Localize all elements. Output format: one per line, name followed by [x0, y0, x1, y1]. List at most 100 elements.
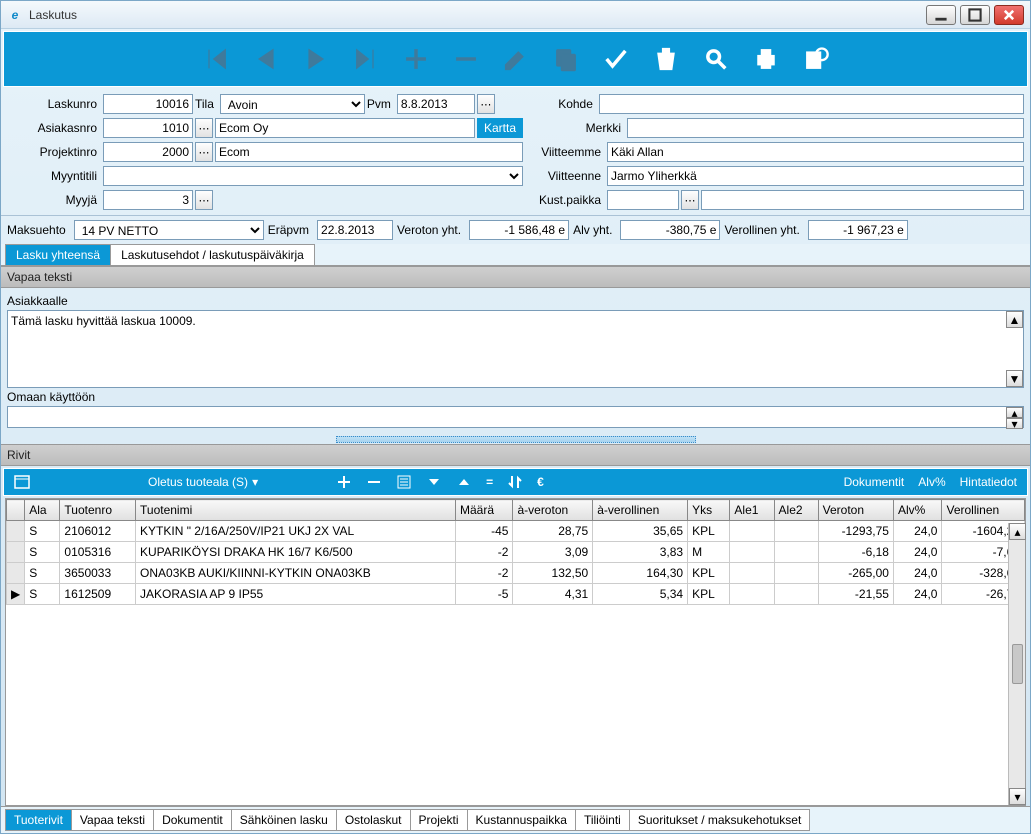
- laskunro-field[interactable]: [103, 94, 193, 114]
- pvm-label: Pvm: [367, 97, 395, 111]
- pvm-picker-button[interactable]: ⋯: [477, 94, 495, 114]
- tab-laskutusehdot[interactable]: Laskutusehdot / laskutuspäiväkirja: [110, 244, 315, 265]
- maksuehto-select[interactable]: 14 PV NETTO: [74, 220, 264, 240]
- viitteenne-label: Viitteenne: [531, 169, 605, 183]
- minimize-button[interactable]: [926, 5, 956, 25]
- myyntitili-label: Myyntitili: [7, 169, 101, 183]
- grid-scrollbar[interactable]: ▴ ▾: [1008, 523, 1025, 805]
- bottom-tab[interactable]: Vapaa teksti: [71, 809, 154, 831]
- row-add-icon[interactable]: [336, 474, 352, 490]
- rivit-header: Rivit: [1, 444, 1030, 466]
- bottom-tab[interactable]: Ostolaskut: [336, 809, 411, 831]
- prev-record-icon[interactable]: [250, 43, 282, 75]
- col-a-verollinen[interactable]: à-verollinen: [593, 500, 688, 521]
- pvm-field[interactable]: [397, 94, 475, 114]
- print-icon[interactable]: [750, 43, 782, 75]
- col-a-veroton[interactable]: à-veroton: [513, 500, 593, 521]
- projektinro-picker-button[interactable]: ⋯: [195, 142, 213, 162]
- verollinen-yht-label: Verollinen yht.: [724, 223, 803, 237]
- maximize-button[interactable]: [960, 5, 990, 25]
- col-ale2[interactable]: Ale2: [774, 500, 818, 521]
- asiakas-name-field[interactable]: [215, 118, 475, 138]
- row-hintatiedot[interactable]: Hintatiedot: [960, 475, 1017, 489]
- tab-lasku-yhteensa[interactable]: Lasku yhteensä: [5, 244, 111, 265]
- remove-icon[interactable]: [450, 43, 482, 75]
- kartta-button[interactable]: Kartta: [477, 118, 523, 138]
- row-down-icon[interactable]: [426, 474, 442, 490]
- edit-icon[interactable]: [500, 43, 532, 75]
- table-row[interactable]: S0105316KUPARIKÖYSI DRAKA HK 16/7 K6/500…: [7, 542, 1025, 563]
- col-ala[interactable]: Ala: [25, 500, 60, 521]
- projekti-name-field[interactable]: [215, 142, 523, 162]
- col-ale1[interactable]: Ale1: [730, 500, 774, 521]
- kustpaikka-label: Kust.paikka: [531, 193, 605, 207]
- text-scroll-down[interactable]: ▼: [1006, 370, 1023, 387]
- bottom-tab[interactable]: Suoritukset / maksukehotukset: [629, 809, 810, 831]
- bottom-tab[interactable]: Tuoterivit: [5, 809, 72, 831]
- line-items-table[interactable]: Ala Tuotenro Tuotenimi Määrä à-veroton à…: [6, 499, 1025, 605]
- erapvm-label: Eräpvm: [268, 223, 313, 237]
- asiakkaalle-textarea[interactable]: [8, 311, 1005, 387]
- table-row[interactable]: S2106012KYTKIN " 2/16A/250V/IP21 UKJ 2X …: [7, 521, 1025, 542]
- projektinro-field[interactable]: [103, 142, 193, 162]
- row-remove-icon[interactable]: [366, 474, 382, 490]
- layout-icon[interactable]: [14, 474, 30, 490]
- own-scroll-down[interactable]: ▾: [1006, 418, 1023, 429]
- next-record-icon[interactable]: [300, 43, 332, 75]
- add-icon[interactable]: [400, 43, 432, 75]
- bottom-tab[interactable]: Tiliöinti: [575, 809, 630, 831]
- row-equals-icon[interactable]: =: [486, 475, 493, 489]
- col-selector[interactable]: [7, 500, 25, 521]
- kohde-field[interactable]: [599, 94, 1024, 114]
- row-list-icon[interactable]: [396, 474, 412, 490]
- copy-icon[interactable]: [550, 43, 582, 75]
- myyntitili-select[interactable]: [103, 166, 523, 186]
- erapvm-field[interactable]: [317, 220, 393, 240]
- viitteenne-field[interactable]: [607, 166, 1024, 186]
- bottom-tab[interactable]: Dokumentit: [153, 809, 232, 831]
- last-record-icon[interactable]: [350, 43, 382, 75]
- row-dokumentit[interactable]: Dokumentit: [844, 475, 905, 489]
- lookup-icon[interactable]: [700, 43, 732, 75]
- export-icon[interactable]: [800, 43, 832, 75]
- col-tuotenimi[interactable]: Tuotenimi: [136, 500, 456, 521]
- col-yks[interactable]: Yks: [688, 500, 730, 521]
- row-alv[interactable]: Alv%: [918, 475, 945, 489]
- bottom-tab[interactable]: Kustannuspaikka: [467, 809, 576, 831]
- asiakasnro-field[interactable]: [103, 118, 193, 138]
- trash-icon[interactable]: [650, 43, 682, 75]
- myyja-field[interactable]: [103, 190, 193, 210]
- tuoteala-dropdown[interactable]: Oletus tuoteala (S) ▾: [148, 475, 258, 489]
- row-up-icon[interactable]: [456, 474, 472, 490]
- table-row[interactable]: S3650033ONA03KB AUKI/KIINNI-KYTKIN ONA03…: [7, 563, 1025, 584]
- merkki-label: Merkki: [551, 121, 625, 135]
- myyja-picker-button[interactable]: ⋯: [195, 190, 213, 210]
- col-verollinen[interactable]: Verollinen: [942, 500, 1025, 521]
- veroton-yht-field: [469, 220, 569, 240]
- text-scroll-up[interactable]: ▲: [1006, 311, 1023, 328]
- payment-totals: Maksuehto 14 PV NETTO Eräpvm Veroton yht…: [1, 215, 1030, 244]
- row-euro-icon[interactable]: €: [537, 475, 544, 489]
- omaan-textarea[interactable]: [8, 407, 1005, 427]
- bottom-tab[interactable]: Sähköinen lasku: [231, 809, 337, 831]
- col-tuotenro[interactable]: Tuotenro: [60, 500, 136, 521]
- col-alv[interactable]: Alv%: [893, 500, 942, 521]
- kustpaikka-field[interactable]: [607, 190, 679, 210]
- confirm-icon[interactable]: [600, 43, 632, 75]
- asiakasnro-picker-button[interactable]: ⋯: [195, 118, 213, 138]
- bottom-tab[interactable]: Projekti: [410, 809, 468, 831]
- tila-select[interactable]: Avoin: [220, 94, 365, 114]
- first-record-icon[interactable]: [200, 43, 232, 75]
- kustpaikka-name-field[interactable]: [701, 190, 1024, 210]
- close-button[interactable]: [994, 5, 1024, 25]
- summary-tabs: Lasku yhteensä Laskutusehdot / laskutusp…: [1, 244, 1030, 266]
- table-row[interactable]: ▶S1612509JAKORASIA AP 9 IP55-54,315,34KP…: [7, 584, 1025, 605]
- splitter-handle[interactable]: [336, 436, 696, 443]
- kustpaikka-picker-button[interactable]: ⋯: [681, 190, 699, 210]
- col-maara[interactable]: Määrä: [456, 500, 513, 521]
- col-veroton[interactable]: Veroton: [818, 500, 893, 521]
- viitteemme-field[interactable]: [607, 142, 1024, 162]
- row-sort-icon[interactable]: [507, 474, 523, 490]
- merkki-field[interactable]: [627, 118, 1024, 138]
- bottom-tabs: TuoterivitVapaa tekstiDokumentitSähköine…: [1, 806, 1030, 833]
